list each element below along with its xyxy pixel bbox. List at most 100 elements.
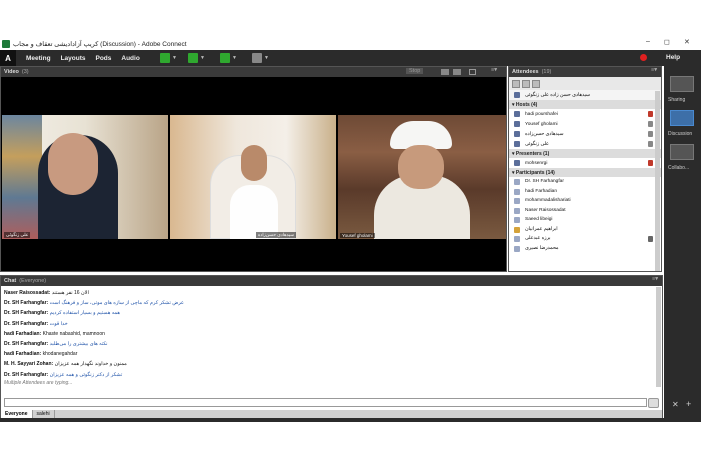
- message-text: تشکر از دکتر زنگوئی و همه عزیزان: [49, 371, 123, 378]
- adobe-logo-icon: A: [0, 50, 16, 66]
- raise-hand-control[interactable]: ▼: [252, 53, 269, 63]
- bookshelf-image: [2, 115, 42, 239]
- layout-discussion-label[interactable]: Discussion: [668, 131, 692, 137]
- breakout-icon[interactable]: [532, 79, 540, 88]
- grid-view-icon[interactable]: [441, 69, 449, 75]
- chat-input[interactable]: [4, 398, 647, 407]
- attendee-row[interactable]: mohsenrgi: [509, 158, 661, 168]
- hosts-label: Hosts (4): [515, 101, 538, 108]
- attendee-name: Yousef gholami: [525, 121, 558, 127]
- participants-group[interactable]: ▾ Participants (14): [509, 168, 661, 177]
- mic-status-icon: [648, 141, 653, 147]
- attendees-pod: Attendees (19) ≡▾ سیدهادی حسن زاده علی ز…: [508, 66, 662, 272]
- attendee-row[interactable]: علی زنگوئی: [509, 139, 661, 149]
- participant-icon: [514, 226, 520, 233]
- attendee-name: mohammadalishariati: [525, 198, 571, 204]
- attendee-row[interactable]: ابراهیم عمرانیان: [509, 225, 661, 235]
- status-icon: [648, 236, 653, 242]
- participant-icon: [514, 236, 520, 242]
- user-icon: [514, 92, 520, 98]
- speaker-control[interactable]: ▼: [160, 53, 177, 63]
- send-message-button[interactable]: [648, 398, 659, 408]
- current-user-name: سیدهادی حسن زاده علی زنگوئی: [525, 92, 590, 98]
- attendee-row[interactable]: برزه عبدعلی: [509, 234, 661, 244]
- window-title: کریپ آزادادیشی تعقاف و مجاب (Discussion)…: [13, 41, 187, 48]
- current-user-row[interactable]: سیدهادی حسن زاده علی زنگوئی: [509, 90, 661, 100]
- close-button[interactable]: ✕: [684, 38, 690, 46]
- app-logo-icon: [2, 40, 10, 48]
- attendee-row[interactable]: Saeed libeigi: [509, 215, 661, 225]
- host-icon: [514, 121, 520, 127]
- mic-status-icon: [648, 121, 653, 127]
- attendee-row[interactable]: Naser Raisossadat: [509, 206, 661, 216]
- chat-message: Dr. SH Farhangfar: عرض تشکر کرم که ماچی …: [4, 298, 659, 308]
- menu-meeting[interactable]: Meeting: [26, 55, 51, 62]
- microphone-control[interactable]: ▼: [188, 53, 205, 63]
- attendee-name: محمدرضا نصیری: [525, 245, 559, 251]
- video-tile[interactable]: سیدهادی حسن‌زاده: [170, 115, 336, 239]
- filmstrip-view-icon[interactable]: [453, 69, 461, 75]
- video-tile-name: علی زنگوئی: [4, 232, 31, 238]
- message-sender: Dr. SH Farhangfar:: [4, 300, 49, 307]
- message-text: ممنون و خداوند نگهدار همه عزیزان: [54, 361, 127, 368]
- attendee-row[interactable]: mohammadalishariati: [509, 196, 661, 206]
- attendee-row[interactable]: Dr. SH Farhangfar: [509, 177, 661, 187]
- video-tile-name: سیدهادی حسن‌زاده: [255, 232, 296, 238]
- maximize-button[interactable]: ◻: [664, 38, 670, 46]
- participants-label: Participants (14): [515, 169, 555, 176]
- status-view-icon[interactable]: [522, 79, 530, 88]
- video-tile[interactable]: علی زنگوئی: [2, 115, 168, 239]
- layout-collaboration-label[interactable]: Collabo...: [668, 165, 689, 171]
- chat-scrollbar[interactable]: [656, 287, 661, 387]
- menu-audio[interactable]: Audio: [121, 55, 139, 62]
- chat-message: Dr. SH Farhangfar: خدا قوت: [4, 319, 659, 329]
- presenters-group[interactable]: ▾ Presenters (1): [509, 149, 661, 158]
- mic-status-icon: [648, 131, 653, 137]
- message-text: الان 16 نفر هستند: [51, 290, 89, 296]
- layout-sharing-thumb[interactable]: [670, 76, 694, 92]
- attendee-row[interactable]: hadi pourshafei: [509, 109, 661, 119]
- pod-options-icon[interactable]: ≡▾: [651, 67, 657, 73]
- attendee-name: Naser Raisossadat: [525, 207, 566, 213]
- participant-icon: [514, 207, 520, 214]
- help-menu[interactable]: Help: [666, 54, 680, 61]
- pod-options-icon[interactable]: ≡▾: [491, 67, 497, 73]
- chat-message: Dr. SH Farhangfar: تشکر از دکتر زنگوئی و…: [4, 370, 659, 380]
- menu-layouts[interactable]: Layouts: [61, 55, 86, 62]
- menu-pods[interactable]: Pods: [95, 55, 111, 62]
- video-pod-header: Video (3) Stop ≡▾: [1, 67, 506, 77]
- video-tile[interactable]: Yousef gholami: [338, 115, 506, 239]
- attendee-row[interactable]: hadi Farhadian: [509, 187, 661, 197]
- close-sidebar-icon[interactable]: ✕: [672, 400, 679, 409]
- layout-discussion-thumb[interactable]: [670, 110, 694, 126]
- attendee-name: Saeed libeigi: [525, 217, 553, 223]
- fullscreen-icon[interactable]: [469, 69, 476, 75]
- participant-icon: [514, 179, 520, 185]
- layout-collaboration-thumb[interactable]: [670, 144, 694, 160]
- list-view-icon[interactable]: [512, 79, 520, 88]
- stop-video-button[interactable]: Stop: [406, 68, 424, 74]
- add-layout-icon[interactable]: +: [686, 399, 691, 409]
- layout-sharing-label[interactable]: Sharing: [668, 97, 685, 103]
- attendees-scrollbar[interactable]: [655, 91, 660, 271]
- attendee-row[interactable]: سیدهادی حسن‌زاده: [509, 129, 661, 139]
- message-text: khodanegahdar: [42, 351, 78, 358]
- record-indicator-icon[interactable]: [640, 54, 647, 61]
- attendee-name: ابراهیم عمرانیان: [525, 226, 558, 232]
- video-stage: علی زنگوئی سیدهادی حسن‌زاده Yousef ghola…: [1, 77, 506, 271]
- message-text: همه هستیم و بسیار استفاده کردیم: [49, 310, 120, 317]
- camera-control[interactable]: ▼: [220, 53, 237, 63]
- message-sender: Dr. SH Farhangfar:: [4, 310, 49, 317]
- pod-options-icon[interactable]: ≡▾: [652, 276, 658, 282]
- chat-pod-header: Chat (Everyone) ≡▾: [1, 276, 662, 286]
- attendee-row[interactable]: محمدرضا نصیری: [509, 244, 661, 254]
- mic-status-icon: [648, 160, 653, 166]
- attendees-toolbar: [509, 77, 661, 90]
- participant-face: [398, 145, 444, 189]
- attendee-row[interactable]: Yousef gholami: [509, 119, 661, 129]
- minimize-button[interactable]: –: [646, 38, 650, 45]
- message-sender: hadi Farhadian:: [4, 330, 42, 337]
- host-icon: [514, 141, 520, 147]
- participant-icon: [514, 217, 520, 223]
- hosts-group[interactable]: ▾ Hosts (4): [509, 100, 661, 109]
